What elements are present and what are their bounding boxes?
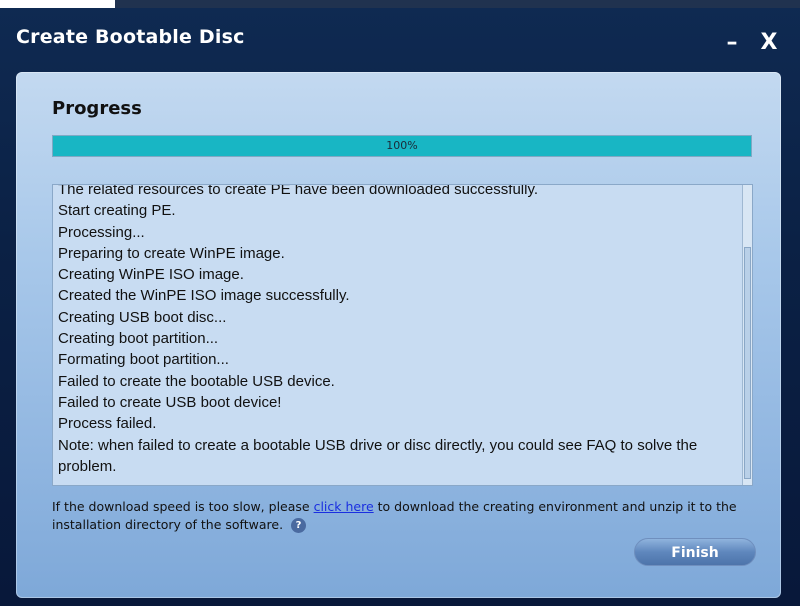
log-line: Processing... [58,223,145,241]
log-line: Note: when failed to create a bootable U… [58,436,698,475]
log-line: Creating WinPE ISO image. [58,266,244,284]
note-text-before: If the download speed is too slow, pleas… [52,499,314,514]
log-line: Start creating PE. [58,202,176,220]
progress-bar: 100% [52,135,752,157]
download-note: If the download speed is too slow, pleas… [52,498,762,534]
window-title: Create Bootable Disc [16,26,245,48]
scroll-thumb[interactable] [744,247,751,479]
log-line: Created the WinPE ISO image successfully… [58,287,350,305]
top-edge-strip [0,0,800,8]
log-line: The related resources to create PE have … [58,184,538,198]
minimize-icon[interactable]: – [720,32,744,54]
finish-button[interactable]: Finish [634,538,756,566]
log-line: Formating boot partition... [58,351,229,369]
log-line: Failed to create USB boot device! [58,393,282,411]
log-line: Process failed. [58,415,157,433]
log-output[interactable]: The related resources to create PE have … [52,184,753,486]
log-line: Creating boot partition... [58,330,219,348]
progress-percent: 100% [386,139,418,152]
progress-heading: Progress [52,98,142,119]
question-icon[interactable]: ? [291,518,307,533]
log-line: Preparing to create WinPE image. [58,244,285,262]
log-line: Failed to create the bootable USB device… [58,372,335,390]
log-line: Creating USB boot disc... [58,308,227,326]
log-list: The related resources to create PE have … [58,184,738,477]
click-here-link[interactable]: click here [314,499,374,514]
close-icon[interactable]: X [756,32,782,54]
content-panel: Progress 100% The related resources to c… [16,72,781,598]
log-scrollbar[interactable] [742,185,752,485]
